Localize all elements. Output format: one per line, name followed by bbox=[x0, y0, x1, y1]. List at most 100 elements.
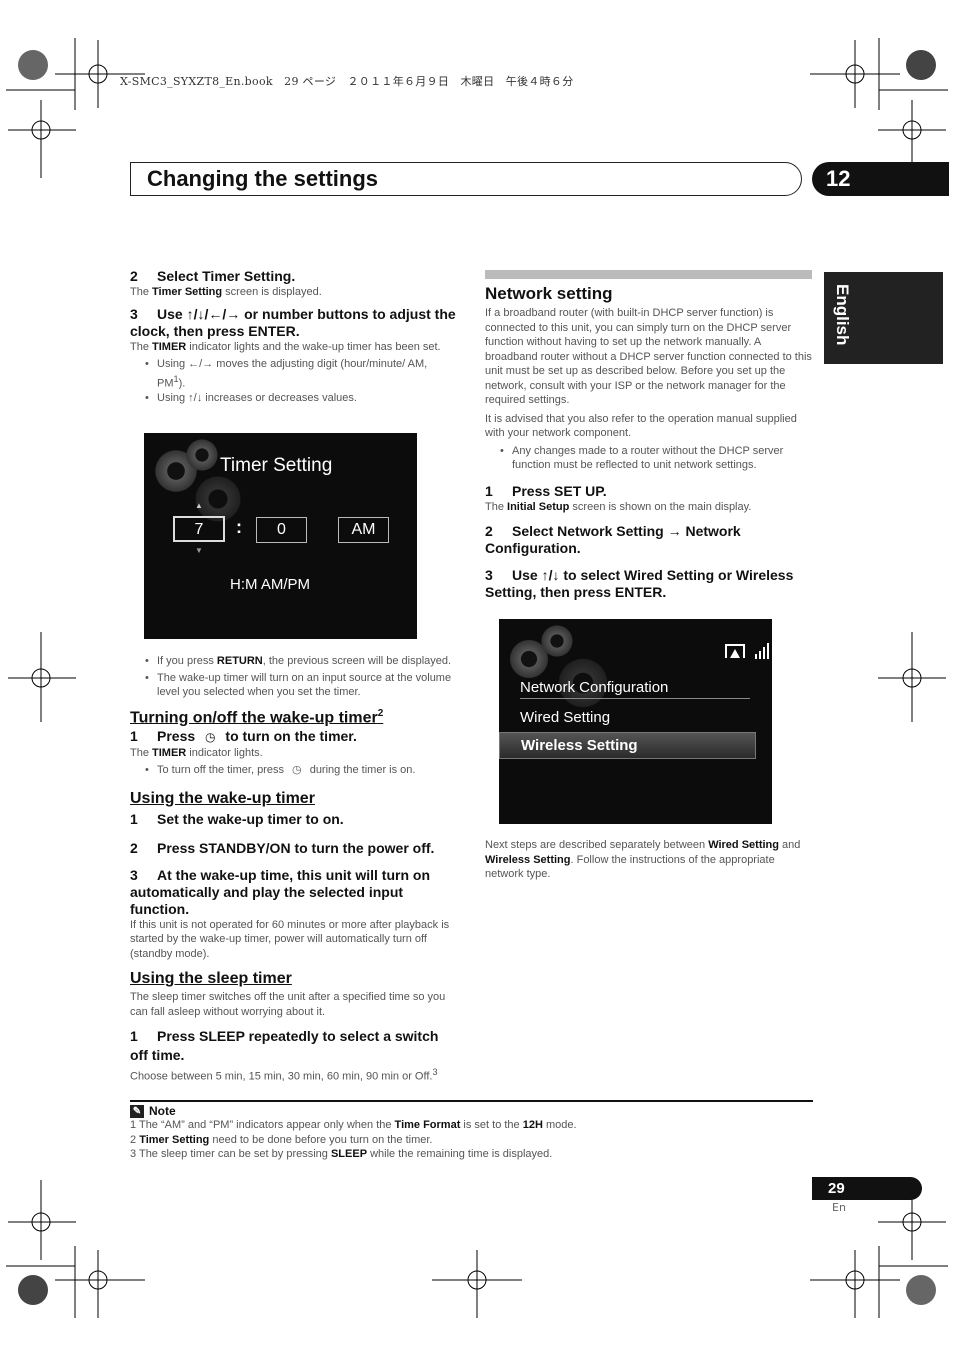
step-number: 1 bbox=[130, 810, 138, 827]
paragraph: The Timer Setting screen is displayed. bbox=[130, 285, 458, 300]
text: TIMER bbox=[152, 340, 187, 353]
right-column: Network setting If a broadband router (w… bbox=[485, 284, 813, 601]
text: Time Format bbox=[394, 1119, 461, 1131]
minute-field[interactable]: 0 bbox=[256, 517, 307, 543]
text: Using ↑/↓ increases or decreases values. bbox=[157, 391, 357, 404]
paragraph: If this unit is not operated for 60 minu… bbox=[130, 918, 450, 960]
hour-field[interactable]: 7 bbox=[173, 516, 225, 542]
notes: ✎ Note 1 The “AM” and “PM” indicators app… bbox=[130, 1100, 813, 1162]
left-column: 2 Select Timer Setting. The Timer Setting… bbox=[130, 268, 458, 405]
step-text: Press SET UP. bbox=[512, 482, 607, 499]
text: indicator lights. bbox=[186, 746, 263, 759]
step-text: Select Timer Setting. bbox=[157, 268, 296, 284]
section-title: Network setting bbox=[485, 284, 613, 303]
step-number: 1 bbox=[485, 482, 493, 499]
footnote-ref: 3 bbox=[432, 1067, 438, 1078]
text: , the previous screen will be displayed. bbox=[262, 655, 452, 667]
text: screen is shown on the main display. bbox=[569, 500, 752, 513]
step-text: Press STANDBY/ON to turn the power off. bbox=[157, 839, 435, 856]
text: TIMER bbox=[152, 746, 187, 759]
text: If you press bbox=[157, 655, 217, 667]
language-label: English bbox=[833, 284, 852, 346]
menu-item-wired-setting[interactable]: Wired Setting bbox=[520, 709, 610, 726]
text: to turn on the timer. bbox=[221, 727, 357, 744]
text: 2 bbox=[130, 1133, 140, 1146]
step-text: Use ↑/↓/←/→ or number buttons to adjust … bbox=[130, 305, 456, 339]
page-title: Changing the settings bbox=[130, 162, 802, 196]
page-language: En bbox=[832, 1201, 846, 1214]
pencil-icon: ✎ bbox=[130, 1104, 144, 1118]
text: indicator lights and the wake-up timer h… bbox=[186, 340, 441, 353]
bullet: Using ↑/↓ increases or decreases values. bbox=[130, 391, 458, 406]
up-arrow-icon: ▲ bbox=[195, 501, 203, 510]
paragraph: It is advised that you also refer to the… bbox=[485, 412, 797, 440]
down-arrow-icon: ▼ bbox=[195, 546, 203, 555]
step-number: 3 bbox=[130, 866, 138, 883]
note-item: 3 The sleep timer can be set by pressing… bbox=[130, 1147, 813, 1162]
bullet: The wake-up timer will turn on an input … bbox=[130, 671, 458, 700]
language-tab: English bbox=[824, 272, 943, 364]
step-number: 2 bbox=[485, 523, 493, 539]
text: The bbox=[130, 340, 153, 353]
text: mode. bbox=[542, 1119, 577, 1131]
section-rule bbox=[485, 270, 812, 279]
page-number: 29 bbox=[812, 1177, 922, 1200]
text: 1 The “AM” and “PM” indicators appear on… bbox=[130, 1119, 395, 1131]
section-heading: Using the wake-up timer bbox=[130, 789, 315, 807]
step-press-timer: 1 Press ◷ to turn on the timer. bbox=[130, 728, 458, 746]
text: while the remaining time is displayed. bbox=[367, 1148, 553, 1160]
text: Using ←/→ moves the adjusting digit (hou… bbox=[157, 358, 428, 390]
section-heading: Using the sleep timer bbox=[130, 970, 292, 988]
network-config-screen: Network Configuration Wired Setting Wire… bbox=[499, 619, 772, 824]
bullet: Any changes made to a router without the… bbox=[485, 444, 813, 473]
text: The bbox=[130, 746, 153, 759]
text: Press bbox=[157, 727, 200, 744]
airplay-icon bbox=[725, 644, 745, 658]
bullet: To turn off the timer, press ◷ during th… bbox=[130, 763, 458, 778]
bullet: If you press RETURN, the previous screen… bbox=[130, 654, 458, 669]
step-text: Press SLEEP repeatedly to select a switc… bbox=[130, 1028, 439, 1064]
step-select-timer: 2 Select Timer Setting. bbox=[130, 268, 458, 285]
step-number: 2 bbox=[130, 268, 138, 284]
step-number: 1 bbox=[130, 727, 138, 744]
text: The wake-up timer will turn on an input … bbox=[157, 671, 452, 699]
step-text: Use ↑/↓ to select Wired Setting or Wirel… bbox=[485, 567, 794, 600]
timer-clock-icon: ◷ bbox=[205, 729, 216, 744]
text: To turn off the timer, press bbox=[157, 764, 288, 777]
text: Choose between 5 min, 15 min, 30 min, 60… bbox=[130, 1070, 433, 1083]
text: The bbox=[485, 500, 508, 513]
text: Initial Setup bbox=[507, 500, 570, 513]
text: during the timer is on. bbox=[306, 764, 416, 777]
text: is set to the bbox=[460, 1119, 523, 1131]
step-number: 3 bbox=[485, 567, 493, 583]
signal-strength-icon bbox=[755, 643, 769, 659]
text: The bbox=[130, 286, 153, 298]
menu-item-wireless-setting[interactable]: Wireless Setting bbox=[499, 732, 756, 759]
chapter-number: 12 bbox=[812, 162, 949, 196]
footnote-ref: 2 bbox=[377, 707, 384, 719]
step: 1 Press SLEEP repeatedly to select a swit… bbox=[130, 1027, 458, 1065]
text: ). bbox=[178, 377, 186, 390]
step-text: Set the wake-up timer to on. bbox=[157, 810, 344, 827]
text: SLEEP bbox=[330, 1148, 368, 1160]
text: RETURN bbox=[216, 655, 263, 667]
ampm-field[interactable]: AM bbox=[338, 517, 389, 543]
note-item: 2 Timer Setting need to be done before y… bbox=[130, 1133, 813, 1148]
step: 3 Use ↑/↓ to select Wired Setting or Wire… bbox=[485, 567, 813, 601]
paragraph: Next steps are described separately betw… bbox=[485, 838, 813, 882]
text: Timer Setting bbox=[152, 286, 223, 298]
step: 1 Press SET UP. bbox=[485, 483, 813, 500]
format-label: H:M AM/PM bbox=[230, 576, 311, 593]
note-label: Note bbox=[149, 1104, 176, 1118]
text: need to be done before you turn on the t… bbox=[209, 1133, 433, 1146]
text: 12H bbox=[522, 1119, 543, 1131]
text: Wired Setting bbox=[708, 839, 779, 851]
text: Wireless Setting bbox=[485, 853, 571, 866]
bullet: Using ←/→ moves the adjusting digit (hou… bbox=[130, 357, 458, 391]
paragraph: The TIMER indicator lights and the wake-… bbox=[130, 340, 458, 355]
text: Turning on/off the wake-up timer bbox=[130, 708, 378, 726]
step: 3 At the wake-up time, this unit will tur… bbox=[130, 867, 458, 918]
text: Next steps are described separately betw… bbox=[485, 839, 709, 851]
separator: : bbox=[236, 517, 242, 537]
step: 1 Set the wake-up timer to on. bbox=[130, 811, 458, 828]
